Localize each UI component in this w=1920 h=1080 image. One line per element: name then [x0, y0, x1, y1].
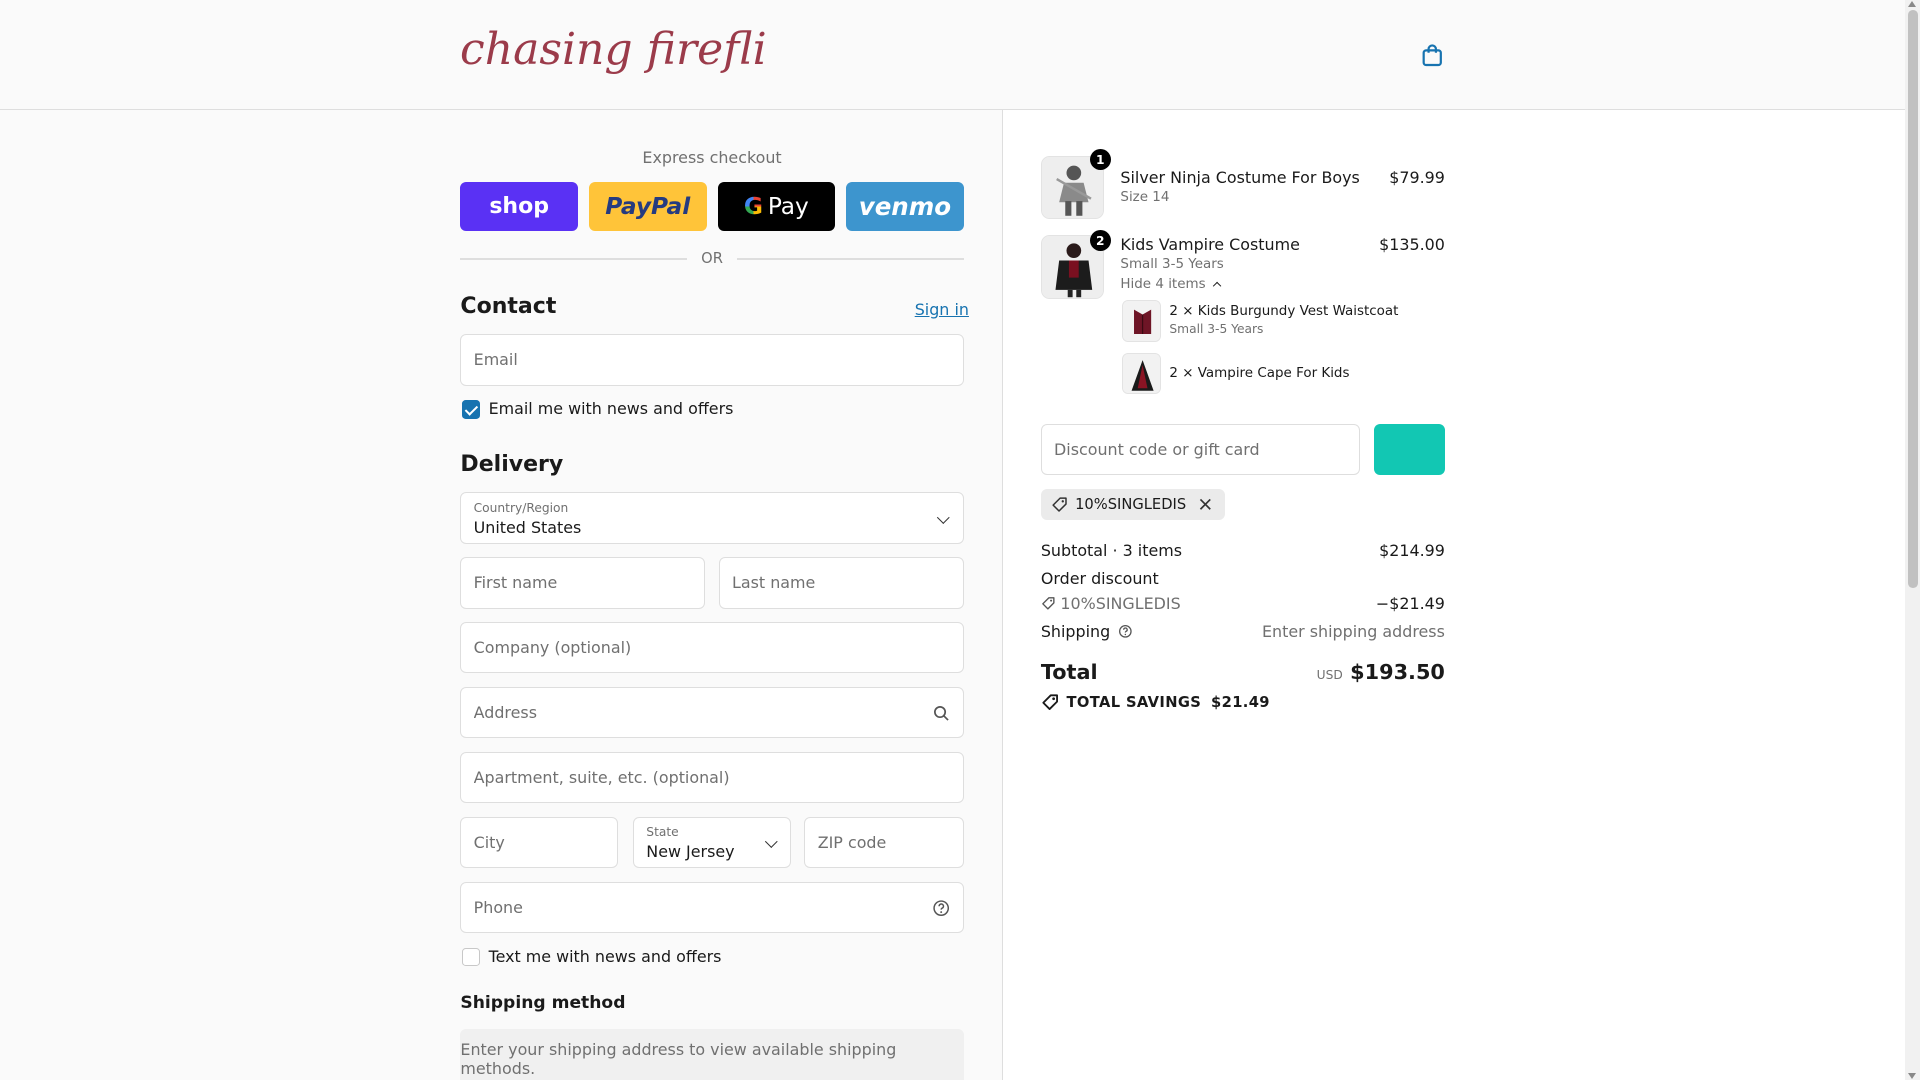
total-savings: TOTAL SAVINGS $21.49 [1041, 693, 1270, 711]
product-variant: Small 3-5 Years [1120, 257, 1224, 273]
google-g-icon: G [743, 193, 763, 221]
email-input[interactable] [461, 335, 963, 385]
email-field[interactable] [460, 334, 964, 386]
product-variant: Size 14 [1120, 189, 1170, 205]
brand-logo[interactable]: chasing fireflies [460, 15, 766, 91]
order-discount-label: Order discount [1040, 569, 1159, 589]
logo-text: chasing fireflies [460, 24, 766, 75]
shipping-method-message: Enter your shipping address to view avai… [460, 1028, 964, 1080]
city-field[interactable] [460, 816, 619, 869]
country-label: Country/Region [473, 500, 569, 515]
bundle-item-thumbnail [1121, 300, 1161, 342]
last-name-field[interactable] [718, 557, 964, 609]
state-value: New Jersey [646, 842, 735, 862]
shipping-label: Shipping [1040, 622, 1111, 642]
bundle-item-variant: Small 3-5 Years [1169, 322, 1264, 337]
apartment-input[interactable] [461, 752, 963, 803]
google-pay-label: Pay [767, 193, 809, 221]
chevron-down-icon [937, 511, 950, 524]
product-price: $135.00 [1379, 235, 1445, 255]
total-savings-value: $21.49 [1211, 693, 1270, 711]
delivery-heading: Delivery [460, 451, 564, 477]
google-pay-button[interactable]: G Pay [717, 182, 836, 232]
state-label: State [646, 825, 679, 840]
remove-discount-icon[interactable] [1198, 497, 1213, 512]
header: chasing fireflies [0, 0, 1906, 111]
phone-input[interactable] [461, 882, 963, 933]
chevron-down-icon [764, 835, 778, 848]
subtotal-label: Subtotal · 3 items [1040, 541, 1183, 561]
help-circle-icon[interactable] [1118, 624, 1133, 639]
shipping-method-heading: Shipping method [460, 993, 626, 1014]
order-discount-code-text: 10%SINGLEDIS [1060, 593, 1181, 613]
address-input[interactable] [461, 687, 963, 738]
shipping-row-label: Shipping [1041, 622, 1132, 641]
currency-code: USD [1316, 668, 1343, 682]
zip-field[interactable] [804, 816, 964, 869]
apply-discount-button[interactable] [1373, 423, 1445, 476]
total-amount: USD $193.50 [1261, 660, 1445, 684]
venmo-button[interactable]: venmo [846, 182, 964, 232]
tag-icon [1041, 597, 1055, 610]
text-news-label: Text me with news and offers [488, 946, 722, 966]
bundle-item-name: 2 × Vampire Cape For Kids [1169, 366, 1350, 382]
company-field[interactable] [460, 622, 964, 674]
search-icon [934, 705, 949, 721]
scroll-down-arrow-icon[interactable] [1907, 1072, 1916, 1079]
country-value: United States [473, 517, 582, 537]
first-name-field[interactable] [460, 557, 706, 609]
order-discount-code: 10%SINGLEDIS [1041, 594, 1181, 613]
total-label: Total [1040, 660, 1098, 684]
tag-icon [1051, 497, 1067, 512]
last-name-input[interactable] [719, 558, 963, 608]
total-savings-label: TOTAL SAVINGS [1066, 693, 1202, 711]
company-input[interactable] [461, 623, 963, 673]
contact-heading: Contact [460, 293, 557, 319]
quantity-badge: 1 [1089, 149, 1111, 171]
discount-code-field[interactable] [1040, 423, 1361, 476]
text-news-checkbox[interactable] [461, 947, 480, 967]
order-discount-value: −$21.49 [1375, 593, 1445, 613]
product-name: Kids Vampire Costume [1120, 235, 1300, 255]
applied-discount-chip: 10%SINGLEDIS [1040, 488, 1226, 521]
chevron-up-icon [1212, 281, 1222, 291]
phone-field[interactable] [460, 881, 964, 934]
scrollbar-thumb[interactable] [1907, 9, 1918, 588]
page-scrollbar[interactable] [1905, 0, 1920, 1080]
page: chasing fireflies Express checkout shop … [0, 0, 1920, 1080]
state-select[interactable]: State New Jersey [633, 816, 792, 869]
shipping-value: Enter shipping address [1262, 622, 1445, 642]
or-divider: OR [460, 249, 964, 267]
hide-items-label: Hide 4 items [1120, 276, 1206, 292]
apartment-field[interactable] [460, 751, 964, 804]
or-text: OR [701, 249, 723, 267]
address-field[interactable] [460, 686, 964, 739]
bundle-item-name: 2 × Kids Burgundy Vest Waistcoat [1169, 303, 1399, 319]
discount-code-input[interactable] [1041, 424, 1360, 475]
shopping-bag-icon[interactable] [1420, 43, 1444, 67]
subtotal-value: $214.99 [1379, 541, 1445, 561]
first-name-input[interactable] [461, 558, 705, 608]
cape-image [1122, 353, 1160, 394]
help-circle-icon[interactable] [932, 899, 950, 917]
express-checkout-label: Express checkout [642, 148, 782, 168]
shop-pay-button[interactable]: shop [460, 182, 578, 232]
waistcoat-image [1122, 301, 1160, 341]
email-news-checkbox[interactable] [461, 400, 480, 419]
bundle-item-thumbnail [1121, 352, 1161, 395]
paypal-button[interactable]: PayPal [588, 182, 707, 232]
product-name: Silver Ninja Costume For Boys [1120, 167, 1360, 187]
applied-discount-code: 10%SINGLEDIS [1075, 495, 1187, 513]
total-value: $193.50 [1350, 660, 1445, 684]
product-price: $79.99 [1389, 167, 1445, 187]
scroll-up-arrow-icon[interactable] [1907, 1, 1916, 8]
quantity-badge: 2 [1089, 230, 1111, 252]
sign-in-link[interactable]: Sign in [915, 300, 969, 319]
city-input[interactable] [461, 817, 618, 868]
email-news-label: Email me with news and offers [488, 399, 734, 419]
zip-input[interactable] [805, 817, 963, 868]
tag-icon [1042, 694, 1058, 711]
hide-items-toggle[interactable]: Hide 4 items [1120, 276, 1222, 292]
country-select[interactable]: Country/Region United States [460, 492, 964, 544]
